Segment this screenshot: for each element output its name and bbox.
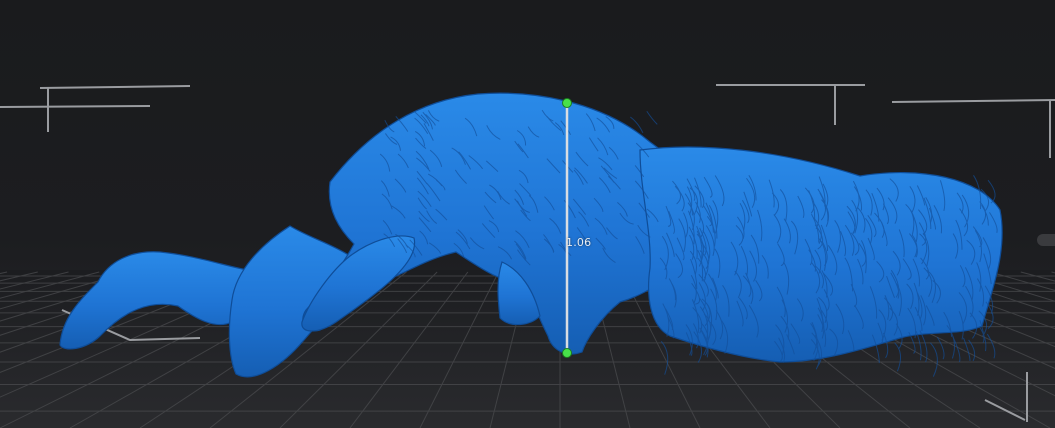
scene-canvas[interactable] (0, 0, 1055, 428)
measure-end-point[interactable] (562, 348, 572, 358)
measure-start-point[interactable] (562, 98, 572, 108)
3d-viewport[interactable]: 1.06 (0, 0, 1055, 428)
side-panel-handle[interactable] (1037, 234, 1055, 246)
measurement-value: 1.06 (566, 236, 592, 249)
